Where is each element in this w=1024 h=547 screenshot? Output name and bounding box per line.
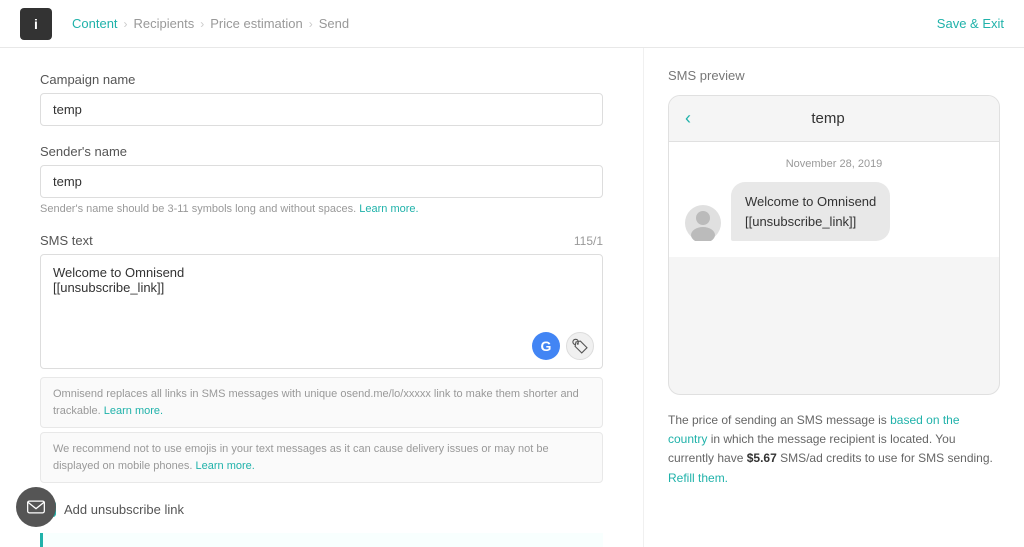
header-left: i Content › Recipients › Price estimatio… bbox=[20, 8, 349, 40]
emoji-info-link[interactable]: Learn more. bbox=[196, 460, 255, 472]
campaign-name-group: Campaign name bbox=[40, 72, 603, 126]
sms-text-input[interactable]: Welcome to Omnisend [[unsubscribe_link]] bbox=[41, 255, 602, 365]
sms-textarea-wrap: Welcome to Omnisend [[unsubscribe_link]]… bbox=[40, 254, 603, 369]
link-info-box: Omnisend replaces all links in SMS messa… bbox=[40, 377, 603, 428]
phone-body: November 28, 2019 Welcome to Omnisend[[u… bbox=[669, 142, 999, 257]
preview-label: SMS preview bbox=[668, 68, 1000, 83]
sender-hint: Sender's name should be 3-11 symbols lon… bbox=[40, 203, 603, 215]
price-text-before: The price of sending an SMS message is bbox=[668, 413, 887, 427]
breadcrumb-price[interactable]: Price estimation bbox=[210, 16, 302, 31]
save-exit-link[interactable]: Save & Exit bbox=[937, 16, 1004, 31]
campaign-name-label: Campaign name bbox=[40, 72, 603, 87]
sms-text-header: SMS text 115/1 bbox=[40, 233, 603, 248]
message-bubble: Welcome to Omnisend[[unsubscribe_link]] bbox=[731, 182, 890, 241]
sms-text-group: SMS text 115/1 Welcome to Omnisend [[uns… bbox=[40, 233, 603, 483]
right-panel: SMS preview ‹ temp November 28, 2019 Wel… bbox=[644, 48, 1024, 547]
main-layout: Campaign name Sender's name Sender's nam… bbox=[0, 48, 1024, 547]
link-info-link[interactable]: Learn more. bbox=[104, 405, 163, 417]
analytics-box: We will track opens, clicks and other me… bbox=[40, 533, 603, 547]
sms-counter: 115/1 bbox=[574, 234, 603, 248]
price-info: The price of sending an SMS message is b… bbox=[668, 411, 1000, 488]
price-amount: $5.67 bbox=[747, 451, 777, 465]
phone-mock: ‹ temp November 28, 2019 Welcome to Omni… bbox=[668, 95, 1000, 395]
unsubscribe-label: Add unsubscribe link bbox=[64, 502, 184, 517]
phone-header: ‹ temp bbox=[669, 96, 999, 142]
campaign-name-input[interactable] bbox=[40, 93, 603, 126]
breadcrumb-content[interactable]: Content bbox=[72, 16, 118, 31]
mail-float-button[interactable] bbox=[16, 487, 56, 527]
breadcrumb: Content › Recipients › Price estimation … bbox=[72, 16, 349, 31]
sender-name-group: Sender's name Sender's name should be 3-… bbox=[40, 144, 603, 215]
avatar-icon bbox=[685, 205, 721, 241]
emoji-info-box: We recommend not to use emojis in your t… bbox=[40, 432, 603, 483]
message-row: Welcome to Omnisend[[unsubscribe_link]] bbox=[685, 182, 983, 241]
header: i Content › Recipients › Price estimatio… bbox=[0, 0, 1024, 48]
unsubscribe-checkbox-row[interactable]: Add unsubscribe link bbox=[40, 501, 603, 517]
breadcrumb-sep-1: › bbox=[124, 17, 128, 31]
price-refill-link[interactable]: Refill them. bbox=[668, 471, 728, 485]
tag-icon[interactable]: 🏷 bbox=[566, 332, 594, 360]
price-text-after: SMS/ad credits to use for SMS sending. bbox=[780, 451, 993, 465]
sender-name-label: Sender's name bbox=[40, 144, 603, 159]
message-date: November 28, 2019 bbox=[685, 158, 983, 170]
left-content: Campaign name Sender's name Sender's nam… bbox=[40, 72, 603, 547]
sender-name-input[interactable] bbox=[40, 165, 603, 198]
logo-icon: i bbox=[20, 8, 52, 40]
breadcrumb-recipients[interactable]: Recipients bbox=[134, 16, 195, 31]
breadcrumb-sep-3: › bbox=[309, 17, 313, 31]
phone-back-icon: ‹ bbox=[685, 108, 691, 129]
phone-contact-name: temp bbox=[703, 110, 953, 127]
sender-hint-link[interactable]: Learn more. bbox=[359, 203, 418, 215]
left-panel: Campaign name Sender's name Sender's nam… bbox=[0, 48, 644, 547]
breadcrumb-sep-2: › bbox=[200, 17, 204, 31]
google-icon[interactable]: G bbox=[532, 332, 560, 360]
sms-icons: G 🏷 bbox=[532, 332, 594, 360]
emoji-info-text: We recommend not to use emojis in your t… bbox=[53, 443, 549, 472]
sms-text-label: SMS text bbox=[40, 233, 93, 248]
breadcrumb-send[interactable]: Send bbox=[319, 16, 349, 31]
